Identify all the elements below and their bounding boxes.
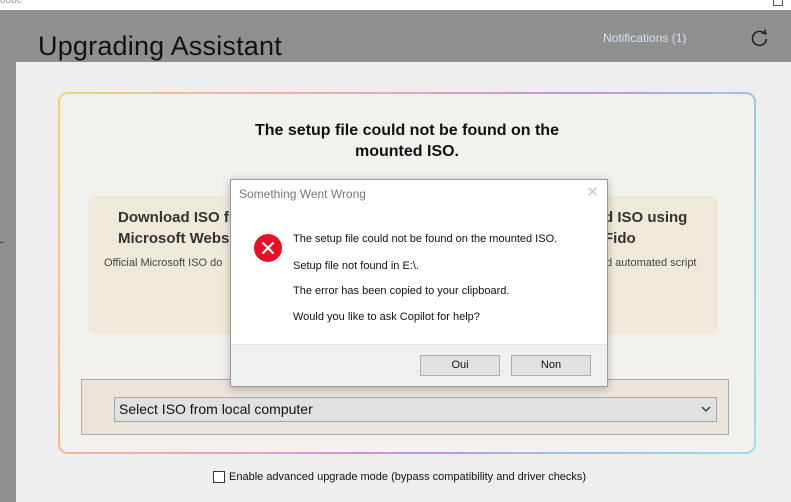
- advanced-mode-checkbox[interactable]: [213, 471, 225, 483]
- iso-source-value: Select ISO from local computer: [119, 401, 313, 417]
- dialog-message-line: Would you like to ask Copilot for help?: [293, 311, 480, 323]
- dialog-footer: Oui Non: [231, 344, 607, 386]
- option-description: Official Microsoft ISO do: [104, 257, 223, 269]
- option-title-line: Microsoft Webs: [118, 230, 230, 247]
- option-title-line: Fido: [604, 230, 636, 247]
- dialog-message-line: Setup file not found in E:\.: [293, 260, 419, 272]
- divider: [0, 242, 3, 243]
- download-microsoft-option[interactable]: Download ISO fr Microsoft Webs: [118, 207, 235, 249]
- dialog-title: Something Went Wrong: [239, 187, 366, 201]
- host-window-title-bar: [0, 0, 791, 10]
- yes-button[interactable]: Oui: [420, 355, 500, 376]
- iso-source-select[interactable]: Select ISO from local computer: [114, 397, 717, 422]
- option-title-line: d ISO using: [604, 209, 688, 226]
- error-dialog: Something Went Wrong ✕ The setup file co…: [230, 179, 608, 387]
- advanced-mode-label[interactable]: Enable advanced upgrade mode (bypass com…: [229, 471, 586, 483]
- close-icon[interactable]: ✕: [586, 183, 599, 201]
- host-window-title: oobe: [0, 0, 23, 6]
- chevron-down-icon: [701, 406, 711, 412]
- download-fido-option[interactable]: d ISO using Fido: [604, 207, 687, 249]
- option-title-line: Download ISO fr: [118, 209, 235, 226]
- page-title: Upgrading Assistant: [38, 31, 282, 61]
- maximize-icon[interactable]: [773, 0, 783, 6]
- no-button[interactable]: Non: [511, 355, 591, 376]
- notifications-link[interactable]: Notifications (1): [603, 31, 686, 45]
- refresh-icon[interactable]: [750, 28, 770, 48]
- dialog-message-line: The error has been copied to your clipbo…: [293, 285, 510, 297]
- option-description: d automated script: [606, 257, 697, 269]
- dialog-message-line: The setup file could not be found on the…: [293, 233, 558, 245]
- error-icon: [254, 234, 282, 262]
- status-heading: The setup file could not be found on the…: [255, 122, 559, 160]
